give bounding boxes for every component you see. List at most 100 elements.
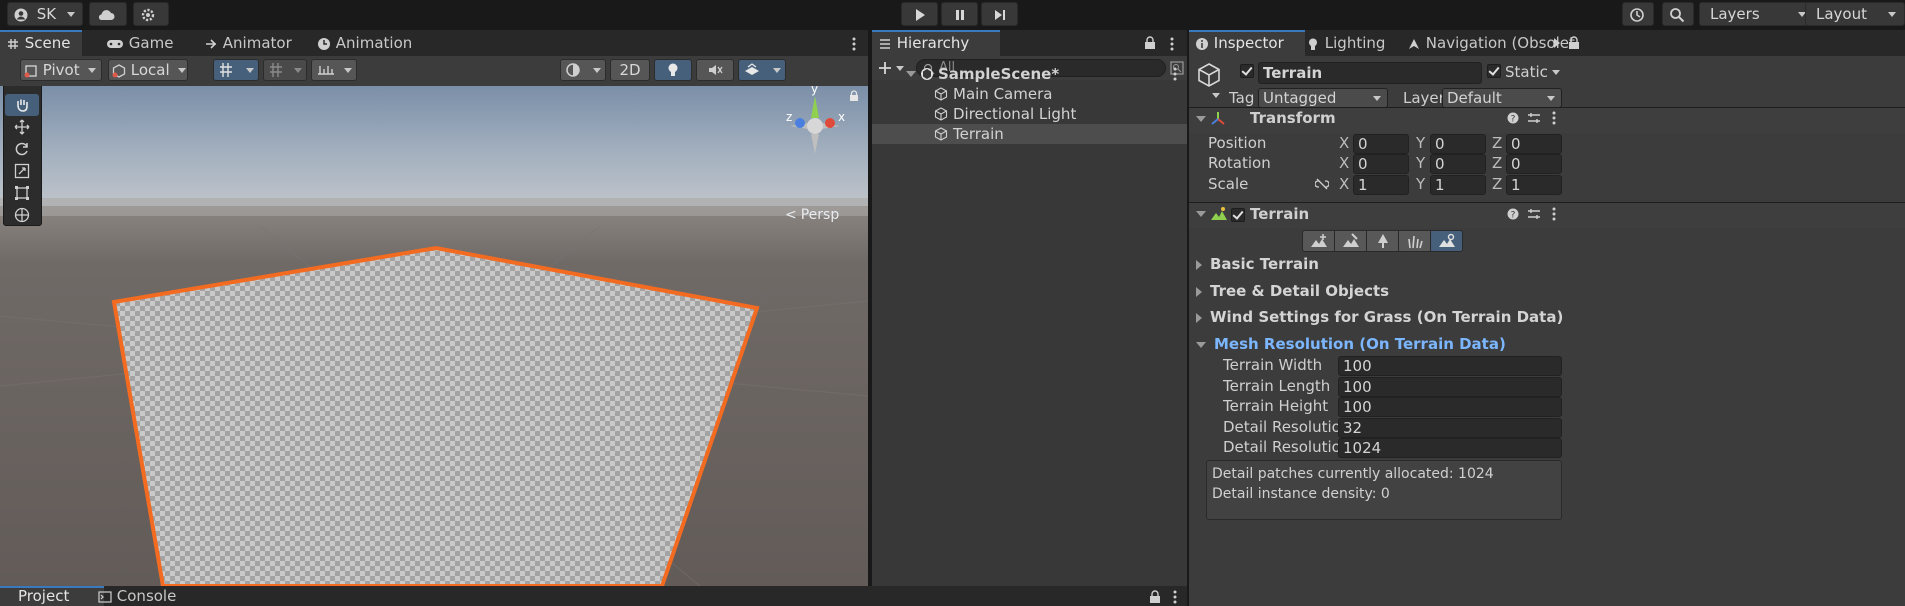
lock-icon[interactable] (1149, 590, 1161, 604)
lock-icon[interactable] (849, 90, 859, 102)
layers-dropdown[interactable]: Layers (1699, 2, 1815, 26)
terrain-tool-settings[interactable] (1430, 230, 1463, 252)
search-button[interactable] (1662, 2, 1694, 26)
terrain-tool-paint[interactable] (1334, 230, 1367, 252)
terrain-width-field[interactable]: 100 (1338, 356, 1562, 376)
scene-root-row[interactable]: SampleScene* (872, 64, 1188, 84)
history-button[interactable] (1622, 2, 1654, 26)
pause-button[interactable] (941, 2, 978, 26)
tab-hierarchy[interactable]: Hierarchy (872, 30, 1000, 56)
hand-tool[interactable] (5, 94, 39, 116)
increment-snap-button[interactable] (263, 59, 307, 81)
kebab-menu-icon[interactable] (1169, 36, 1175, 52)
foldout-tree-detail[interactable]: Tree & Detail Objects (1196, 281, 1389, 301)
audio-toggle[interactable] (696, 59, 734, 81)
local-dropdown[interactable]: Local (108, 59, 188, 81)
scale-z-field[interactable]: 1 (1506, 175, 1562, 195)
rotation-z-field[interactable]: 0 (1506, 154, 1562, 174)
layer-dropdown[interactable]: Default (1442, 88, 1562, 108)
rotation-x-field[interactable]: 0 (1353, 154, 1409, 174)
pivot-dropdown[interactable]: Pivot (20, 59, 102, 81)
terrain-enabled-checkbox[interactable] (1231, 208, 1245, 222)
grid-snap-button[interactable] (213, 59, 259, 81)
tab-game[interactable]: Game (100, 30, 182, 56)
lock-icon[interactable] (1144, 36, 1156, 50)
orientation-gizmo[interactable]: y z x (778, 86, 853, 168)
lighting-toggle[interactable] (654, 59, 692, 81)
foldout-wind-settings[interactable]: Wind Settings for Grass (On Terrain Data… (1196, 307, 1563, 327)
preset-icon[interactable] (1527, 207, 1541, 221)
draw-mode-dropdown[interactable] (560, 59, 606, 81)
position-z-field[interactable]: 0 (1506, 134, 1562, 154)
chevron-down-icon (1888, 12, 1896, 17)
scale-x-field[interactable]: 1 (1353, 175, 1409, 195)
terrain-height-field[interactable]: 100 (1338, 397, 1562, 417)
tab-navigation[interactable]: Navigation (Obsolete (1401, 30, 1575, 56)
position-x-field[interactable]: 0 (1353, 134, 1409, 154)
tab-project[interactable]: Project (0, 586, 104, 606)
unlink-icon[interactable] (1315, 178, 1329, 190)
terrain-tool-details[interactable] (1398, 230, 1431, 252)
tab-scroll-right-icon[interactable] (1553, 38, 1561, 48)
account-dropdown[interactable]: SK (7, 2, 83, 26)
rect-transform-icon (15, 186, 29, 200)
lightbulb-icon (668, 63, 678, 76)
move-tool[interactable] (5, 116, 39, 138)
rotate-tool[interactable] (5, 138, 39, 160)
tab-console[interactable]: Console (92, 586, 188, 606)
kebab-menu-icon[interactable] (851, 36, 857, 52)
transform-tool[interactable] (5, 204, 39, 226)
foldout-basic-terrain[interactable]: Basic Terrain (1196, 254, 1319, 274)
play-button[interactable] (901, 2, 938, 26)
terrain-tool-trees[interactable] (1366, 230, 1399, 252)
tab-scene[interactable]: Scene (0, 30, 82, 56)
tag-dropdown[interactable]: Untagged (1258, 88, 1388, 108)
chevron-down-icon (178, 68, 187, 73)
toggle-2d-button[interactable]: 2D (610, 59, 650, 81)
help-icon[interactable]: ? (1507, 208, 1519, 220)
expand-icon[interactable] (1196, 116, 1206, 122)
projection-toggle[interactable]: < Persp (785, 207, 839, 223)
rotation-y-field[interactable]: 0 (1430, 154, 1486, 174)
expand-icon[interactable] (1196, 211, 1206, 217)
static-checkbox[interactable] (1487, 64, 1501, 78)
rect-tool[interactable] (5, 182, 39, 204)
tag-value: Untagged (1263, 89, 1337, 107)
cloud-button[interactable] (89, 2, 127, 26)
help-icon[interactable]: ? (1507, 112, 1519, 124)
tab-animation[interactable]: Animation (311, 30, 435, 56)
terrain-tool-create-neighbor[interactable] (1302, 230, 1335, 252)
layout-dropdown[interactable]: Layout (1805, 2, 1905, 26)
kebab-menu-icon[interactable] (1172, 589, 1178, 605)
static-dropdown-caret[interactable] (1552, 70, 1560, 75)
tab-animator[interactable]: Animator (198, 30, 299, 56)
scene-viewport[interactable]: y z x < Persp (0, 86, 868, 586)
hierarchy-item-terrain[interactable]: Terrain (872, 124, 1188, 144)
effects-dropdown[interactable] (738, 59, 786, 81)
foldout-mesh-resolution[interactable]: Mesh Resolution (On Terrain Data) (1196, 334, 1506, 354)
object-name-field[interactable]: Terrain (1258, 62, 1482, 84)
hierarchy-item-directional-light[interactable]: Directional Light (872, 104, 1188, 124)
active-checkbox[interactable] (1240, 64, 1254, 78)
tab-animation-label: Animation (335, 34, 413, 52)
kebab-menu-icon[interactable] (1551, 110, 1557, 126)
scale-y-field[interactable]: 1 (1430, 175, 1486, 195)
collab-button[interactable] (133, 2, 169, 26)
tab-lighting[interactable]: Lighting (1300, 30, 1406, 56)
preset-icon[interactable] (1527, 111, 1541, 125)
lightbulb-icon (1309, 38, 1317, 50)
tab-inspector[interactable]: Inspector (1189, 30, 1305, 56)
terrain-length-field[interactable]: 100 (1338, 377, 1562, 397)
info-icon (1196, 37, 1208, 50)
lock-icon[interactable] (1568, 36, 1580, 50)
hierarchy-item-main-camera[interactable]: Main Camera (872, 84, 1188, 104)
detail-resolution-per-patch-field[interactable]: 32 (1338, 418, 1562, 438)
scale-tool[interactable] (5, 160, 39, 182)
kebab-menu-icon[interactable] (1172, 66, 1178, 82)
position-y-field[interactable]: 0 (1430, 134, 1486, 154)
detail-resolution-field[interactable]: 1024 (1338, 438, 1562, 458)
icon-picker-caret[interactable] (1212, 93, 1220, 98)
kebab-menu-icon[interactable] (1551, 206, 1557, 222)
ruler-button[interactable] (311, 59, 357, 81)
step-button[interactable] (981, 2, 1018, 26)
